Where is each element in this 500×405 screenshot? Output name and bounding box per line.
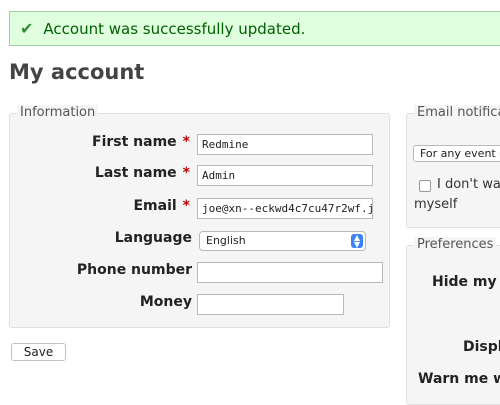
- email-input[interactable]: joe@xn--eckwd4c7cu47r2wf.j: [197, 198, 373, 219]
- no-self-notified-label: I don't wa: [437, 177, 500, 192]
- phone-input[interactable]: [197, 262, 383, 283]
- no-self-notified-label-line2: myself: [414, 197, 458, 212]
- information-fieldset: Information First name * Redmine Last nam…: [9, 105, 390, 328]
- first-name-input[interactable]: Redmine: [197, 134, 373, 155]
- required-marker: *: [182, 134, 190, 150]
- flash-message: Account was successfully updated.: [43, 19, 306, 38]
- email-row: Email *: [10, 198, 190, 218]
- required-marker: *: [182, 198, 190, 214]
- select-arrow-icon: ▲ ▼: [351, 234, 363, 249]
- first-name-row: First name *: [10, 134, 190, 154]
- no-self-notified-checkbox[interactable]: [419, 180, 431, 192]
- pref-hide-mail-label: Hide my e: [432, 274, 500, 290]
- preferences-fieldset: Preferences Hide my e Displa Warn me wh: [406, 237, 500, 405]
- preferences-legend: Preferences: [414, 237, 497, 252]
- email-label: Email: [133, 198, 177, 214]
- money-row: Money: [10, 294, 192, 314]
- pref-display-label: Displa: [463, 339, 500, 355]
- language-select-value: English: [206, 234, 246, 247]
- flash-notice: ✔ Account was successfully updated.: [9, 11, 500, 46]
- checkmark-icon: ✔: [20, 19, 34, 38]
- language-label: Language: [114, 230, 192, 246]
- save-button[interactable]: Save: [11, 343, 66, 361]
- last-name-row: Last name *: [10, 165, 190, 185]
- phone-label: Phone number: [76, 262, 192, 278]
- email-notifications-legend: Email notifica: [414, 105, 500, 120]
- last-name-input[interactable]: Admin: [197, 165, 373, 186]
- email-notifications-fieldset: Email notifica For any event o I don't w…: [406, 105, 500, 228]
- money-input[interactable]: [197, 294, 344, 315]
- required-marker: *: [182, 165, 190, 181]
- pref-warn-label: Warn me wh: [418, 371, 500, 387]
- page-title: My account: [9, 60, 145, 84]
- language-select[interactable]: English ▲ ▼: [199, 231, 366, 251]
- phone-row: Phone number: [10, 262, 192, 282]
- first-name-label: First name: [92, 134, 177, 150]
- notification-select-value: For any event o: [420, 147, 500, 160]
- language-row: Language: [10, 230, 192, 250]
- information-legend: Information: [17, 105, 99, 120]
- last-name-label: Last name: [94, 165, 177, 181]
- notification-select[interactable]: For any event o: [413, 145, 500, 162]
- money-label: Money: [139, 294, 192, 310]
